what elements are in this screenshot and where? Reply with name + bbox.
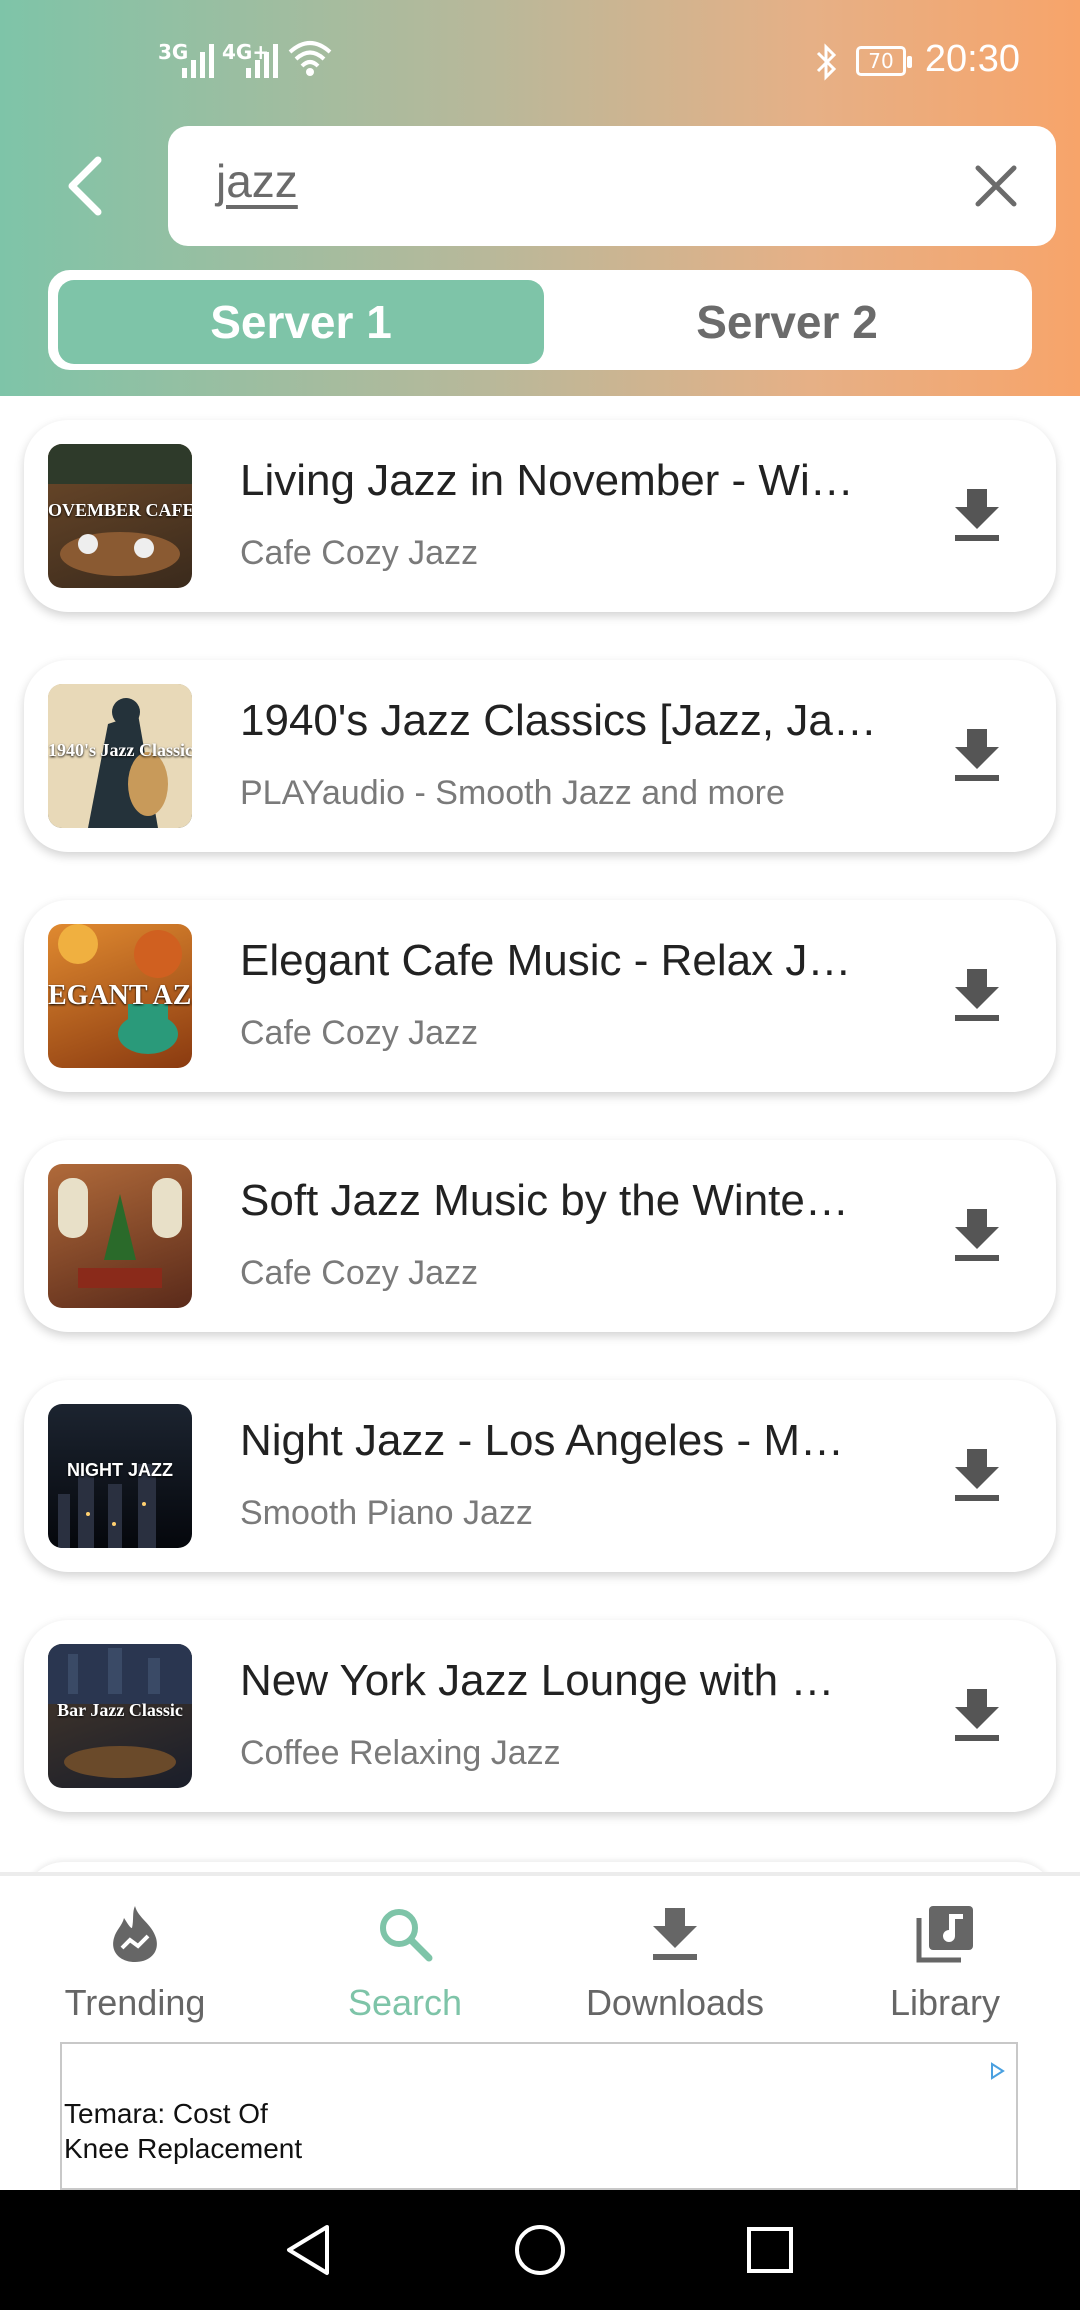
thumbnail-art [58,1178,182,1288]
nav-item-trending[interactable]: Trending [0,1876,270,2032]
back-button[interactable] [52,148,116,224]
system-recents-button[interactable] [740,2220,800,2280]
square-recents-icon [747,2227,793,2273]
signal-icon [182,44,214,78]
status-bar: 3G 4G+ 70 20:30 [0,0,1080,124]
search-results-list[interactable]: OVEMBER CAFE JA Living Jazz in November … [0,396,1080,1874]
list-item[interactable]: OVEMBER CAFE JA Living Jazz in November … [24,420,1056,612]
nav-label-trending: Trending [64,1982,206,2023]
download-button[interactable] [944,962,1010,1028]
search-icon [375,1904,435,1964]
system-back-button[interactable] [278,2220,338,2280]
download-button[interactable] [944,482,1010,548]
download-icon [955,1449,999,1501]
battery-level: 70 [868,49,894,73]
server-toggle: Server 1 Server 2 [48,270,1032,370]
thumbnail-text: OVEMBER CAFE JA [48,500,192,520]
result-title: Night Jazz - Los Angeles - M… [240,1416,845,1465]
thumbnail [48,1164,192,1308]
thumbnail-text: Bar Jazz Classic [57,1700,183,1720]
thumbnail-text: EGANT AZZ [48,980,192,1011]
result-title: Elegant Cafe Music - Relax J… [240,936,852,985]
download-icon [955,1209,999,1261]
download-button[interactable] [944,1202,1010,1268]
search-input[interactable]: jazz [168,126,1056,246]
download-icon [955,489,999,541]
search-query[interactable]: jazz [216,154,298,208]
thumbnail: NIGHT JAZZ [48,1404,192,1548]
flame-icon [105,1904,165,1964]
result-channel: Cafe Cozy Jazz [240,1254,479,1292]
download-icon [955,969,999,1021]
download-button[interactable] [944,1442,1010,1508]
nav-label-search: Search [347,1982,463,2023]
download-icon [955,1689,999,1741]
triangle-back-icon [287,2225,329,2275]
list-item[interactable]: Bar Jazz Classic New York Jazz Lounge wi… [24,1620,1056,1812]
circle-home-icon [515,2225,565,2275]
close-icon [975,165,1017,207]
chevron-left-icon [68,156,102,216]
result-channel: Cafe Cozy Jazz [240,534,479,572]
ad-text[interactable]: Temara: Cost Of Knee Replacement [64,2096,304,2166]
ad-choices-icon[interactable] [988,2062,1006,2080]
wifi-icon [288,41,332,76]
nav-item-search[interactable]: Search [270,1876,540,2032]
thumbnail-text: NIGHT JAZZ [67,1460,173,1480]
thumbnail: EGANT AZZ [48,924,192,1068]
battery-icon: 70 [856,46,912,76]
result-channel: Coffee Relaxing Jazz [240,1734,561,1772]
download-icon [955,729,999,781]
result-title: Living Jazz in November - Wi… [240,456,854,505]
header: 3G 4G+ 70 20:30 jazz Server 1 Server 2 [0,0,1080,396]
result-channel: Cafe Cozy Jazz [240,1014,479,1052]
ad-banner[interactable]: Temara: Cost Of Knee Replacement [60,2042,1018,2190]
result-title: 1940's Jazz Classics [Jazz, Ja… [240,696,877,745]
nav-label-library: Library [889,1982,1001,2023]
result-title: Soft Jazz Music by the Winte… [240,1176,849,1225]
signal-icon [246,44,278,78]
system-home-button[interactable] [510,2220,570,2280]
tab-server-1[interactable]: Server 1 [58,280,544,364]
list-item[interactable]: NIGHT JAZZ Night Jazz - Los Angeles - M…… [24,1380,1056,1572]
system-navigation-bar [0,2190,1080,2310]
download-button[interactable] [944,722,1010,788]
thumbnail: OVEMBER CAFE JA [48,444,192,588]
bottom-navigation: Trending Search Downloads Library [0,1872,1080,2028]
bluetooth-icon [816,43,837,81]
result-title: New York Jazz Lounge with … [240,1656,835,1705]
clear-search-button[interactable] [966,156,1026,216]
nav-label-downloads: Downloads [585,1982,765,2023]
thumbnail-text: 1940's Jazz Classic [48,740,192,760]
nav-item-library[interactable]: Library [810,1876,1080,2032]
thumbnail: Bar Jazz Classic [48,1644,192,1788]
download-icon [645,1904,705,1964]
clock: 20:30 [924,38,1020,80]
result-channel: PLAYaudio - Smooth Jazz and more [240,774,785,812]
tab-server-2[interactable]: Server 2 [544,280,1030,364]
nav-item-downloads[interactable]: Downloads [540,1876,810,2032]
download-button[interactable] [944,1682,1010,1748]
list-item[interactable]: Soft Jazz Music by the Winte… Cafe Cozy … [24,1140,1056,1332]
music-library-icon [915,1904,975,1964]
list-item[interactable]: EGANT AZZ Elegant Cafe Music - Relax J… … [24,900,1056,1092]
result-channel: Smooth Piano Jazz [240,1494,533,1532]
thumbnail: 1940's Jazz Classic [48,684,192,828]
list-item[interactable]: 1940's Jazz Classic 1940's Jazz Classics… [24,660,1056,852]
